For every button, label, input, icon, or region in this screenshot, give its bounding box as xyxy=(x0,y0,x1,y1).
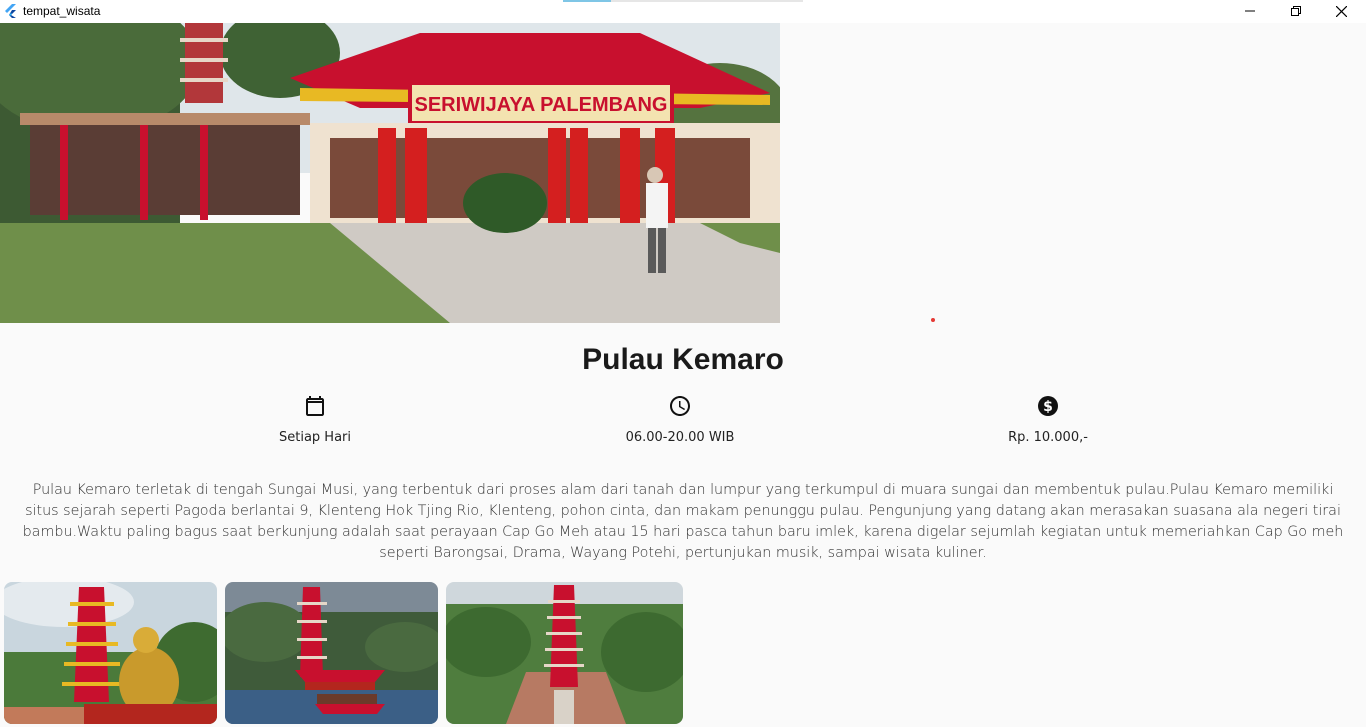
minimize-icon xyxy=(1245,10,1255,12)
gallery-image-3[interactable] xyxy=(446,582,683,724)
info-hours-label: 06.00-20.00 WIB xyxy=(625,430,735,445)
info-days: Setiap Hari xyxy=(205,394,425,446)
gallery-image-2[interactable] xyxy=(225,582,438,724)
place-description: Pulau Kemaro terletak di tengah Sungai M… xyxy=(22,482,1344,561)
minimize-button[interactable] xyxy=(1227,0,1273,22)
loading-indicator-dot xyxy=(931,318,935,322)
info-days-label: Setiap Hari xyxy=(278,430,351,445)
window-titlebar[interactable]: tempat_wisata xyxy=(0,0,1366,23)
place-title: Pulau Kemaro xyxy=(582,343,784,376)
close-button[interactable] xyxy=(1318,0,1364,22)
hero-image: SERIWIJAYA PALEMBANG xyxy=(0,23,780,323)
info-price-label: Rp. 10.000,- xyxy=(1008,430,1088,445)
window-title: tempat_wisata xyxy=(23,4,101,18)
restore-icon xyxy=(1291,6,1301,16)
close-icon xyxy=(1335,5,1347,17)
clock-icon xyxy=(670,396,690,416)
temple-sign-text: SERIWIJAYA PALEMBANG xyxy=(414,94,667,116)
flutter-logo-icon xyxy=(5,4,16,18)
dollar-icon: $ xyxy=(1038,396,1058,416)
maximize-button[interactable] xyxy=(1273,0,1319,22)
info-price: $ Rp. 10.000,- xyxy=(938,394,1158,446)
svg-text:$: $ xyxy=(1043,399,1053,415)
title-drag-strip xyxy=(563,0,803,2)
info-hours: 06.00-20.00 WIB xyxy=(570,394,790,446)
gallery-image-1[interactable] xyxy=(4,582,217,724)
calendar-icon xyxy=(306,396,324,416)
